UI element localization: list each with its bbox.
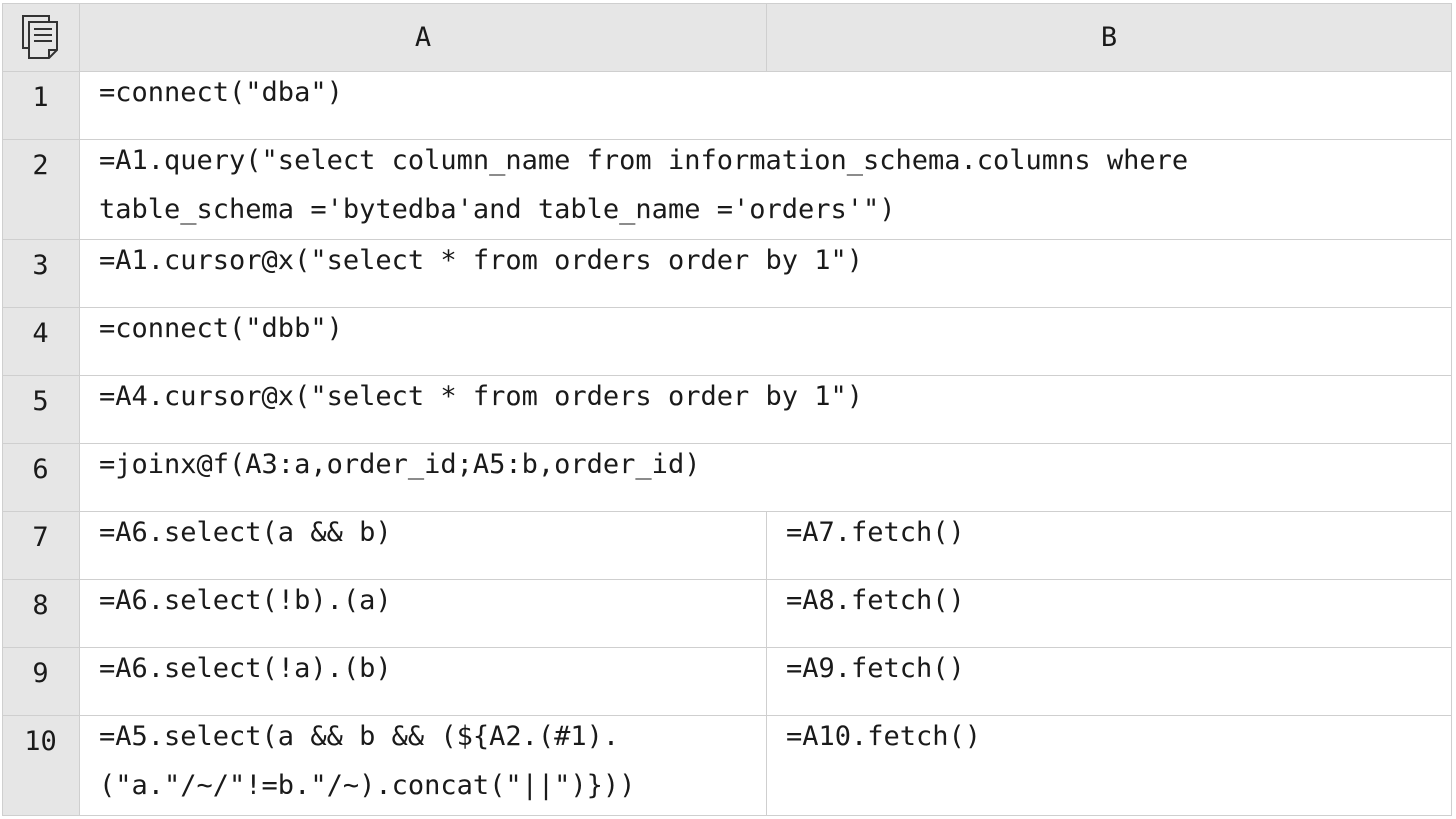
cell-formula: =connect("dba") <box>99 77 343 108</box>
cell-formula: =A7.fetch() <box>786 517 965 548</box>
row-header[interactable]: 7 <box>2 512 80 580</box>
cell-formula: =A4.cursor@x("select * from orders order… <box>99 381 864 412</box>
row-header[interactable]: 5 <box>2 376 80 444</box>
cell-a5[interactable]: =A4.cursor@x("select * from orders order… <box>80 376 1452 444</box>
corner-cell[interactable] <box>2 3 80 72</box>
cell-formula: =A10.fetch() <box>786 721 982 752</box>
document-icon <box>21 14 61 60</box>
cell-a2[interactable]: =A1.query("select column_name from infor… <box>80 140 1452 240</box>
cell-a8[interactable]: =A6.select(!b).(a) <box>80 580 767 648</box>
cell-b7[interactable]: =A7.fetch() <box>767 512 1452 580</box>
column-header-b[interactable]: B <box>767 3 1452 72</box>
row-header[interactable]: 2 <box>2 140 80 240</box>
cell-formula: =A5.select(a && b && (${A2.(#1). ("a."/~… <box>99 721 636 801</box>
row-header[interactable]: 1 <box>2 72 80 140</box>
cell-formula: =A1.cursor@x("select * from orders order… <box>99 245 864 276</box>
cell-b10[interactable]: =A10.fetch() <box>767 716 1452 816</box>
cell-a7[interactable]: =A6.select(a && b) <box>80 512 767 580</box>
cell-a4[interactable]: =connect("dbb") <box>80 308 1452 376</box>
row-header[interactable]: 8 <box>2 580 80 648</box>
row-header[interactable]: 4 <box>2 308 80 376</box>
cell-formula: =A8.fetch() <box>786 585 965 616</box>
cell-formula: =A6.select(a && b) <box>99 517 392 548</box>
row-header[interactable]: 10 <box>2 716 80 816</box>
cell-formula: =connect("dbb") <box>99 313 343 344</box>
row-header[interactable]: 9 <box>2 648 80 716</box>
cell-a6[interactable]: =joinx@f(A3:a,order_id;A5:b,order_id) <box>80 444 1452 512</box>
cell-formula: =A9.fetch() <box>786 653 965 684</box>
cell-formula: =A6.select(!a).(b) <box>99 653 392 684</box>
column-header-a[interactable]: A <box>80 3 767 72</box>
cell-b9[interactable]: =A9.fetch() <box>767 648 1452 716</box>
cell-formula: =joinx@f(A3:a,order_id;A5:b,order_id) <box>99 449 701 480</box>
row-header[interactable]: 3 <box>2 240 80 308</box>
row-header[interactable]: 6 <box>2 444 80 512</box>
cell-a9[interactable]: =A6.select(!a).(b) <box>80 648 767 716</box>
spreadsheet-grid: A B 1 =connect("dba") 2 =A1.query("select c… <box>2 3 1452 816</box>
cell-b8[interactable]: =A8.fetch() <box>767 580 1452 648</box>
cell-a3[interactable]: =A1.cursor@x("select * from orders order… <box>80 240 1452 308</box>
cell-formula: =A6.select(!b).(a) <box>99 585 392 616</box>
cell-formula: =A1.query("select column_name from infor… <box>99 145 1189 225</box>
cell-a1[interactable]: =connect("dba") <box>80 72 1452 140</box>
cell-a10[interactable]: =A5.select(a && b && (${A2.(#1). ("a."/~… <box>80 716 767 816</box>
